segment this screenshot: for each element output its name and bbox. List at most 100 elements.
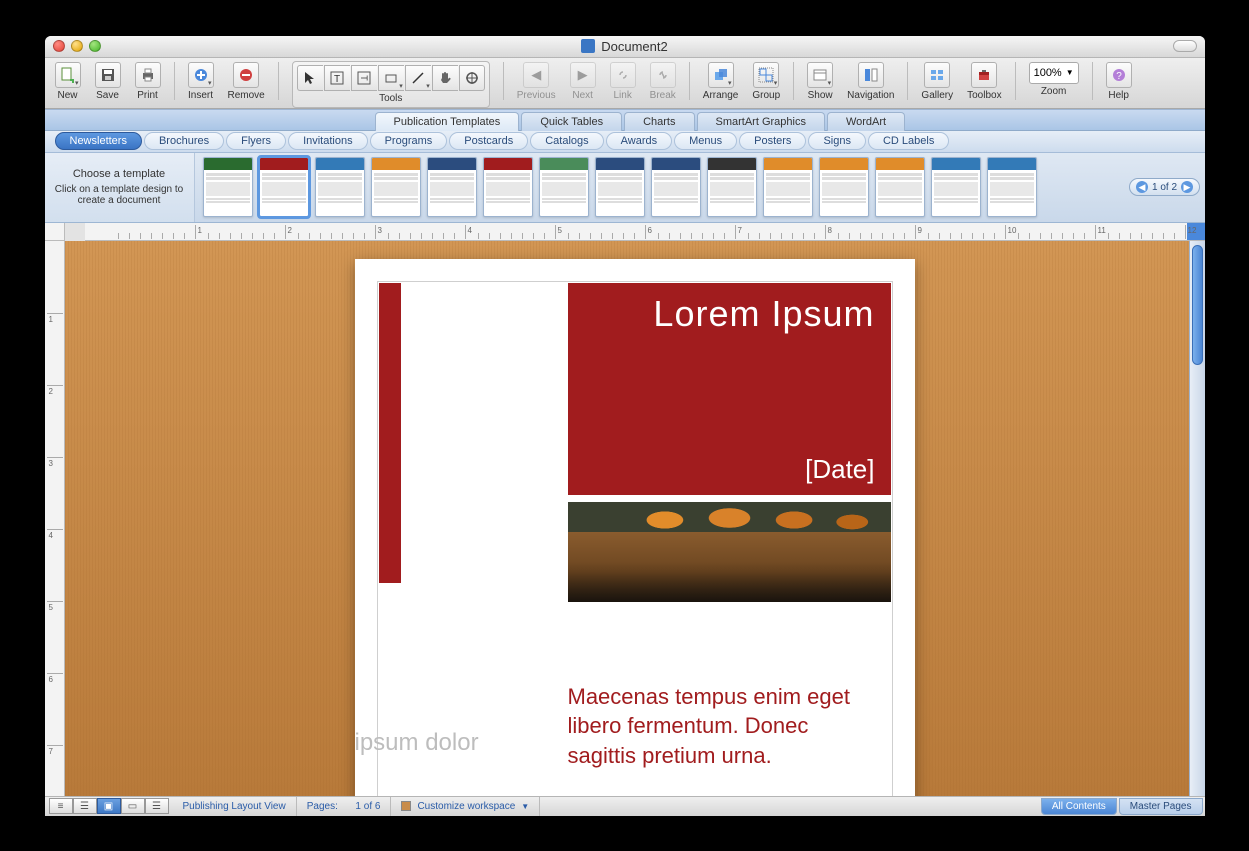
toolbox-button[interactable] xyxy=(971,62,997,88)
draft-view-button[interactable]: ≡ xyxy=(49,798,73,814)
workspace-swatch-icon xyxy=(401,801,411,811)
document-canvas[interactable]: Lorem Ipsum [Date] Maecenas tempus enim … xyxy=(65,241,1205,796)
statusbar: ≡ ☰ ▣ ▭ ☰ Publishing Layout View Pages: … xyxy=(45,796,1205,816)
print-label: Print xyxy=(137,90,158,104)
template-thumbnail[interactable] xyxy=(875,157,925,217)
navigation-button[interactable] xyxy=(858,62,884,88)
elements-gallery-tabs: Publication TemplatesQuick TablesChartsS… xyxy=(45,109,1205,131)
accent-sidebar-shape[interactable] xyxy=(379,283,401,583)
tools-label: Tools xyxy=(379,93,402,107)
template-thumbnail[interactable] xyxy=(763,157,813,217)
vertical-ruler[interactable]: 1234567 xyxy=(45,241,65,796)
gallery-label: Gallery xyxy=(921,90,953,104)
template-thumbnail[interactable] xyxy=(987,157,1037,217)
category-tab-menus[interactable]: Menus xyxy=(674,132,737,150)
save-button[interactable] xyxy=(95,62,121,88)
gallery-header: Choose a template xyxy=(73,168,165,180)
elements-tab-wordart[interactable]: WordArt xyxy=(827,112,905,131)
help-button[interactable]: ? xyxy=(1106,62,1132,88)
text-tool[interactable]: T xyxy=(324,65,350,91)
template-thumbnail[interactable] xyxy=(707,157,757,217)
template-thumbnail[interactable] xyxy=(203,157,253,217)
elements-tab-charts[interactable]: Charts xyxy=(624,112,694,131)
category-tab-newsletters[interactable]: Newsletters xyxy=(55,132,142,150)
all-contents-tab[interactable]: All Contents xyxy=(1041,798,1117,815)
category-tab-postcards[interactable]: Postcards xyxy=(449,132,528,150)
arrange-button[interactable]: ▾ xyxy=(708,62,734,88)
insert-label: Insert xyxy=(188,90,213,104)
publishing-layout-view-button[interactable]: ▣ xyxy=(97,798,121,814)
gallery-next-icon[interactable]: ▶ xyxy=(1181,181,1193,193)
template-gallery: Choose a template Click on a template de… xyxy=(45,153,1205,223)
vertical-scrollbar[interactable] xyxy=(1189,241,1205,796)
newsletter-title[interactable]: Lorem Ipsum xyxy=(584,293,875,335)
template-thumbnail[interactable] xyxy=(931,157,981,217)
gallery-button[interactable] xyxy=(924,62,950,88)
side-text-field[interactable]: ipsum dolor xyxy=(355,729,479,757)
hero-image-placeholder[interactable] xyxy=(568,502,891,602)
gallery-prev-icon[interactable]: ◀ xyxy=(1136,181,1148,193)
print-layout-view-button[interactable]: ▭ xyxy=(121,798,145,814)
template-thumbnail[interactable] xyxy=(483,157,533,217)
remove-button[interactable] xyxy=(233,62,259,88)
hand-tool[interactable] xyxy=(432,65,458,91)
page[interactable]: Lorem Ipsum [Date] Maecenas tempus enim … xyxy=(355,259,915,796)
break-button xyxy=(650,62,676,88)
pointer-tool[interactable] xyxy=(297,65,323,91)
vertical-text-tool[interactable]: T xyxy=(351,65,377,91)
category-tab-brochures[interactable]: Brochures xyxy=(144,132,224,150)
gallery-pager: ◀ 1 of 2 ▶ xyxy=(1125,153,1205,222)
template-thumbnail[interactable] xyxy=(819,157,869,217)
insert-button[interactable]: ▾ xyxy=(188,62,214,88)
svg-text:T: T xyxy=(359,75,369,81)
view-mode-buttons: ≡ ☰ ▣ ▭ ☰ xyxy=(49,798,169,814)
template-thumbnail[interactable] xyxy=(651,157,701,217)
category-tab-invitations[interactable]: Invitations xyxy=(288,132,368,150)
shape-tool[interactable]: ▾ xyxy=(378,65,404,91)
window-title: Document2 xyxy=(45,39,1205,54)
category-tab-programs[interactable]: Programs xyxy=(370,132,448,150)
new-button[interactable]: ▾ xyxy=(55,62,81,88)
template-thumbnail[interactable] xyxy=(371,157,421,217)
document-workspace: 1234567 Lorem Ipsum [Date] Maecenas temp… xyxy=(45,241,1205,796)
horizontal-ruler[interactable]: 123456789101112 xyxy=(85,223,1205,241)
zoom-value: 100% xyxy=(1034,67,1062,79)
elements-tab-smartart-graphics[interactable]: SmartArt Graphics xyxy=(697,112,825,131)
template-thumbnail[interactable] xyxy=(259,157,309,217)
gallery-hint-text: Click on a template design to create a d… xyxy=(53,184,186,206)
customize-workspace-button[interactable]: Customize workspace ▼ xyxy=(391,797,540,816)
category-tab-cd-labels[interactable]: CD Labels xyxy=(868,132,949,150)
navigation-label: Navigation xyxy=(847,90,894,104)
main-toolbar: ▾ New Save Print ▾ Insert R xyxy=(45,58,1205,109)
master-pages-tab[interactable]: Master Pages xyxy=(1119,798,1203,815)
notebook-view-button[interactable]: ☰ xyxy=(145,798,169,814)
line-tool[interactable]: ▾ xyxy=(405,65,431,91)
outline-view-button[interactable]: ☰ xyxy=(73,798,97,814)
tools-panel: T T ▾ ▾ Tools xyxy=(292,61,490,108)
zoom-field[interactable]: 100%▼ xyxy=(1029,62,1079,84)
template-thumbnail[interactable] xyxy=(427,157,477,217)
crop-tool[interactable] xyxy=(459,65,485,91)
template-thumbnails xyxy=(195,153,1125,222)
titlebar-pill-button[interactable] xyxy=(1173,40,1197,52)
template-thumbnail[interactable] xyxy=(539,157,589,217)
category-tab-posters[interactable]: Posters xyxy=(739,132,806,150)
template-thumbnail[interactable] xyxy=(595,157,645,217)
category-tab-flyers[interactable]: Flyers xyxy=(226,132,286,150)
template-thumbnail[interactable] xyxy=(315,157,365,217)
pages-indicator[interactable]: Pages: 1 of 6 xyxy=(297,797,392,816)
print-button[interactable] xyxy=(135,62,161,88)
group-button[interactable]: ▾ xyxy=(753,62,779,88)
scrollbar-thumb[interactable] xyxy=(1192,245,1203,365)
show-button[interactable]: ▾ xyxy=(807,62,833,88)
date-placeholder-field[interactable]: [Date] xyxy=(584,454,875,485)
titlebar: Document2 xyxy=(45,36,1205,58)
gallery-page-control[interactable]: ◀ 1 of 2 ▶ xyxy=(1129,178,1200,196)
category-tab-catalogs[interactable]: Catalogs xyxy=(530,132,603,150)
category-tab-signs[interactable]: Signs xyxy=(808,132,866,150)
body-text-field[interactable]: Maecenas tempus enim eget libero ferment… xyxy=(568,682,882,771)
elements-tab-quick-tables[interactable]: Quick Tables xyxy=(521,112,622,131)
elements-tab-publication-templates[interactable]: Publication Templates xyxy=(375,112,520,131)
category-tab-awards[interactable]: Awards xyxy=(606,132,672,150)
title-block[interactable]: Lorem Ipsum [Date] xyxy=(568,283,891,495)
